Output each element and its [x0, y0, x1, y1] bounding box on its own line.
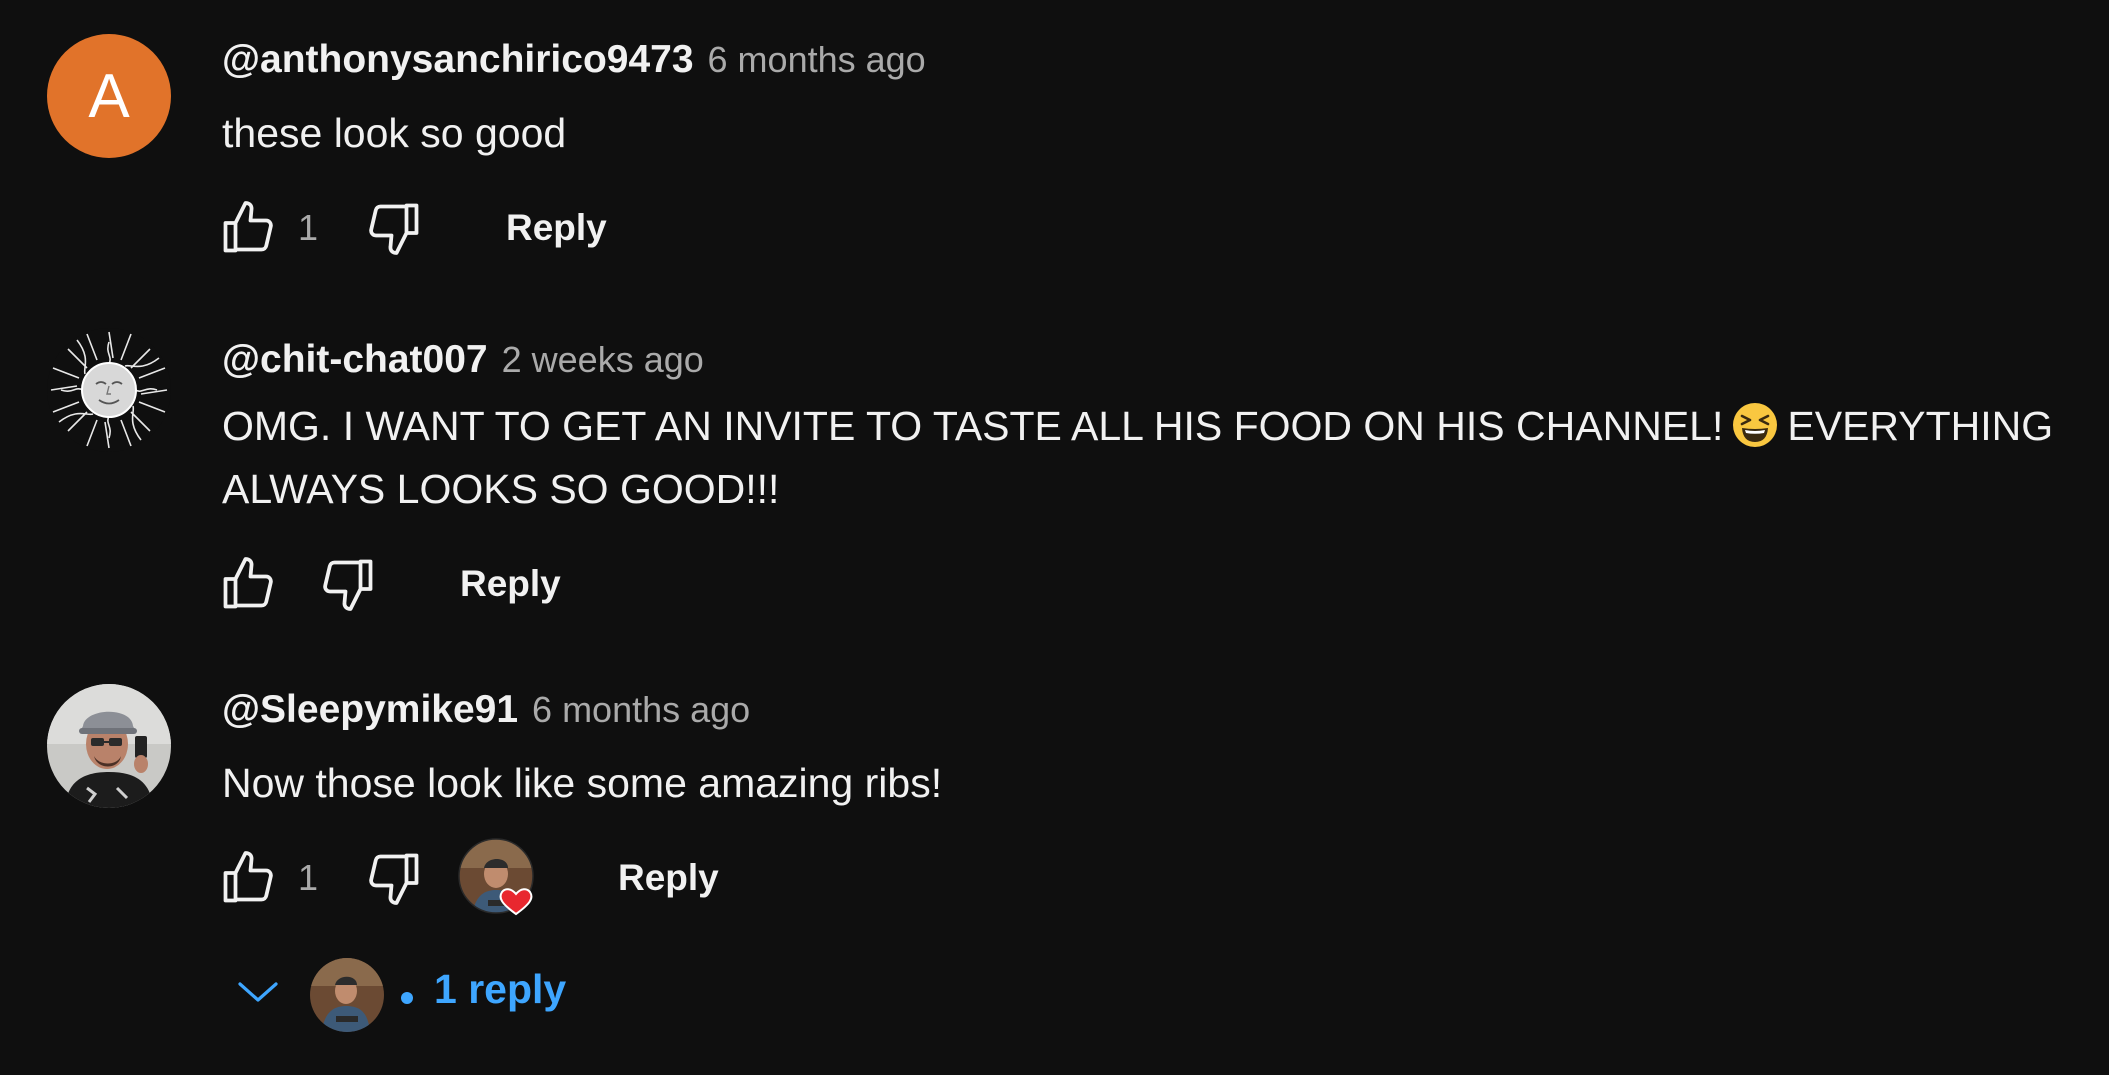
like-count: 1	[298, 857, 319, 898]
chevron-down-icon	[238, 982, 278, 1002]
like-button[interactable]	[216, 196, 280, 260]
comment-thread: A @anthonysanchirico9473 6 months ago th…	[0, 0, 2109, 280]
thumbs-down-icon	[369, 853, 419, 905]
comment-time[interactable]: 6 months ago	[708, 39, 926, 81]
thumbs-up-icon	[223, 201, 273, 253]
user-photo-avatar-icon	[47, 684, 171, 808]
creator-avatar-heart-icon	[458, 838, 534, 916]
creator-heart-badge	[458, 838, 538, 918]
comment-time[interactable]: 6 months ago	[532, 689, 750, 731]
comment-header: @anthonysanchirico9473 6 months ago	[222, 38, 926, 82]
comment-author[interactable]: @anthonysanchirico9473	[222, 38, 694, 82]
reply-button[interactable]: Reply	[618, 852, 719, 904]
replies-count-label[interactable]: 1 reply	[434, 966, 566, 1013]
like-button[interactable]	[216, 552, 280, 616]
dislike-button[interactable]	[362, 196, 426, 260]
view-replies-button[interactable]: 1 reply	[228, 952, 628, 1032]
creator-avatar-icon	[310, 958, 384, 1032]
avatar[interactable]	[47, 328, 171, 452]
like-count: 1	[298, 207, 319, 248]
comment-time[interactable]: 2 weeks ago	[502, 339, 704, 381]
thumbs-up-icon	[223, 557, 273, 609]
comment-thread: @Sleepymike91 6 months ago Now those loo…	[0, 650, 2109, 1075]
comment-text: these look so good	[222, 110, 567, 156]
reply-button[interactable]: Reply	[506, 202, 607, 254]
comment-header: @Sleepymike91 6 months ago	[222, 688, 750, 732]
creator-reply-avatar	[310, 958, 384, 1032]
sun-drawing-avatar-icon	[50, 331, 168, 449]
avatar[interactable]	[47, 684, 171, 808]
separator-dot	[401, 992, 413, 1004]
avatar[interactable]: A	[47, 34, 171, 158]
comment-text: OMG. I WANT TO GET AN INVITE TO TASTE AL…	[222, 395, 2082, 521]
comment-author[interactable]: @Sleepymike91	[222, 688, 518, 732]
grinning-squinting-face-icon	[1733, 403, 1778, 447]
reply-button[interactable]: Reply	[460, 558, 561, 610]
dislike-button[interactable]	[316, 552, 380, 616]
comment-text-part: OMG. I WANT TO GET AN INVITE TO TASTE AL…	[222, 403, 1724, 449]
comment-author[interactable]: @chit-chat007	[222, 338, 488, 382]
comment-header: @chit-chat007 2 weeks ago	[222, 338, 704, 382]
thumbs-up-icon	[223, 851, 273, 903]
comment-text: Now those look like some amazing ribs!	[222, 760, 943, 806]
thumbs-down-icon	[369, 203, 419, 255]
avatar-letter: A	[88, 61, 130, 131]
thumbs-down-icon	[323, 559, 373, 611]
comment-thread: @chit-chat007 2 weeks ago OMG. I WANT TO…	[0, 300, 2109, 640]
dislike-button[interactable]	[362, 846, 426, 910]
like-button[interactable]	[216, 846, 280, 910]
